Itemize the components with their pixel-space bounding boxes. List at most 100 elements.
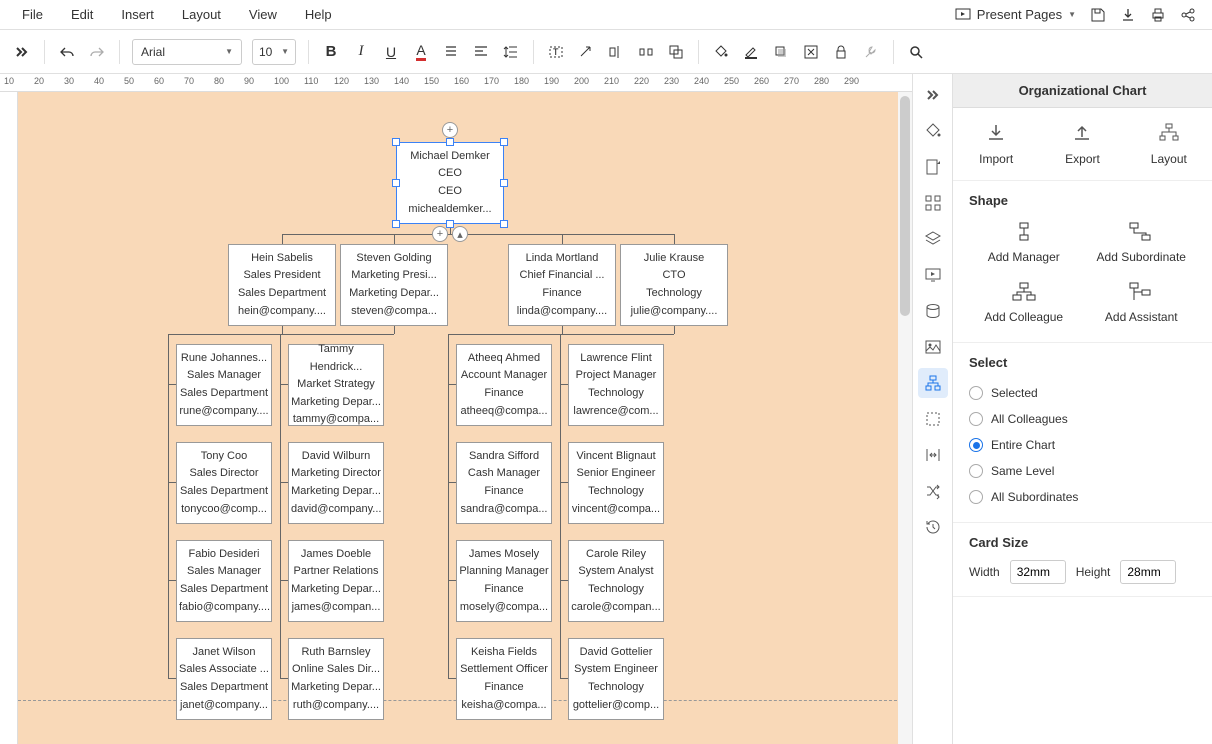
org-card[interactable]: Ruth BarnsleyOnline Sales Dir...Marketin… (288, 638, 384, 720)
selection-handle[interactable] (500, 220, 508, 228)
connector-line (560, 482, 568, 483)
group-button[interactable] (662, 38, 690, 66)
rail-slideshow-icon[interactable] (918, 260, 948, 290)
add-manager-button[interactable]: Add Manager (969, 222, 1079, 264)
line-spacing-button[interactable] (497, 38, 525, 66)
org-card[interactable]: James MoselyPlanning ManagerFinancemosel… (456, 540, 552, 622)
print-icon[interactable] (1150, 7, 1166, 23)
rail-page-icon[interactable] (918, 152, 948, 182)
org-card[interactable]: Tony CooSales DirectorSales Departmentto… (176, 442, 272, 524)
connector-button[interactable] (572, 38, 600, 66)
org-card[interactable]: Linda MortlandChief Financial ...Finance… (508, 244, 616, 326)
add-below-button[interactable]: + (432, 226, 448, 242)
rail-shuffle-icon[interactable] (918, 476, 948, 506)
org-card[interactable]: James DoeblePartner RelationsMarketing D… (288, 540, 384, 622)
highlight-button[interactable] (437, 38, 465, 66)
radio-all-colleagues[interactable]: All Colleagues (969, 406, 1196, 432)
selection-handle[interactable] (446, 220, 454, 228)
selection-handle[interactable] (392, 138, 400, 146)
org-card[interactable]: Julie KrauseCTOTechnologyjulie@company..… (620, 244, 728, 326)
text-box-button[interactable]: T (542, 38, 570, 66)
radio-entire-chart[interactable]: Entire Chart (969, 432, 1196, 458)
rail-fill-icon[interactable] (918, 116, 948, 146)
selection-handle[interactable] (392, 220, 400, 228)
add-subordinate-button[interactable]: Add Subordinate (1087, 222, 1197, 264)
org-card[interactable]: Fabio DesideriSales ManagerSales Departm… (176, 540, 272, 622)
share-icon[interactable] (1180, 7, 1196, 23)
fill-button[interactable] (707, 38, 735, 66)
width-input[interactable] (1010, 560, 1066, 584)
org-card[interactable]: Vincent BlignautSenior EngineerTechnolog… (568, 442, 664, 524)
collapse-button[interactable]: ▴ (452, 226, 468, 242)
selection-handle[interactable] (500, 138, 508, 146)
distribute-button[interactable] (632, 38, 660, 66)
line-color-button[interactable] (737, 38, 765, 66)
effects-button[interactable] (797, 38, 825, 66)
rail-orgchart-icon[interactable] (918, 368, 948, 398)
add-colleague-button[interactable]: Add Colleague (969, 282, 1079, 324)
rail-image-icon[interactable] (918, 332, 948, 362)
align-objects-button[interactable] (602, 38, 630, 66)
menu-file[interactable]: File (8, 1, 57, 28)
rail-layers-icon[interactable] (918, 224, 948, 254)
menu-view[interactable]: View (235, 1, 291, 28)
lock-button[interactable] (827, 38, 855, 66)
rail-placeholder-icon[interactable] (918, 404, 948, 434)
rail-data-icon[interactable] (918, 296, 948, 326)
selection-handle[interactable] (446, 138, 454, 146)
shadow-button[interactable] (767, 38, 795, 66)
menu-insert[interactable]: Insert (107, 1, 168, 28)
org-card[interactable]: Keisha FieldsSettlement OfficerFinanceke… (456, 638, 552, 720)
scrollbar-vertical[interactable] (898, 92, 912, 744)
rail-grid-icon[interactable] (918, 188, 948, 218)
menu-edit[interactable]: Edit (57, 1, 107, 28)
org-card[interactable]: Atheeq AhmedAccount ManagerFinanceatheeq… (456, 344, 552, 426)
canvas[interactable]: Michael DemkerCEOCEOmichealdemker...++▴H… (18, 92, 912, 744)
font-color-button[interactable]: A (407, 38, 435, 66)
search-button[interactable] (902, 38, 930, 66)
bold-button[interactable]: B (317, 38, 345, 66)
add-manager-icon (1013, 222, 1035, 242)
tools-button[interactable] (857, 38, 885, 66)
import-button[interactable]: Import (953, 122, 1039, 166)
rail-collapse-button[interactable] (918, 80, 948, 110)
menu-help[interactable]: Help (291, 1, 346, 28)
radio-all-subordinates[interactable]: All Subordinates (969, 484, 1196, 510)
connector-line (280, 678, 288, 679)
org-card[interactable]: Tammy Hendrick...Market StrategyMarketin… (288, 344, 384, 426)
underline-button[interactable]: U (377, 38, 405, 66)
expand-toolbar-button[interactable] (8, 38, 36, 66)
org-card[interactable]: Carole RileySystem AnalystTechnologycaro… (568, 540, 664, 622)
radio-same-level[interactable]: Same Level (969, 458, 1196, 484)
align-button[interactable] (467, 38, 495, 66)
org-card[interactable]: Hein SabelisSales PresidentSales Departm… (228, 244, 336, 326)
export-button[interactable]: Export (1039, 122, 1125, 166)
download-icon[interactable] (1120, 7, 1136, 23)
org-card[interactable]: Rune Johannes...Sales ManagerSales Depar… (176, 344, 272, 426)
add-assistant-button[interactable]: Add Assistant (1087, 282, 1197, 324)
font-family-select[interactable]: Arial▼ (132, 39, 242, 65)
menu-layout[interactable]: Layout (168, 1, 235, 28)
undo-button[interactable] (53, 38, 81, 66)
org-card[interactable]: David WilburnMarketing DirectorMarketing… (288, 442, 384, 524)
add-above-button[interactable]: + (442, 122, 458, 138)
org-card[interactable]: Sandra SiffordCash ManagerFinancesandra@… (456, 442, 552, 524)
connector-line (562, 326, 563, 334)
italic-button[interactable]: I (347, 38, 375, 66)
layout-button[interactable]: Layout (1126, 122, 1212, 166)
rail-history-icon[interactable] (918, 512, 948, 542)
org-card[interactable]: David GottelierSystem EngineerTechnology… (568, 638, 664, 720)
font-size-select[interactable]: 10▼ (252, 39, 296, 65)
org-card[interactable]: Michael DemkerCEOCEOmichealdemker... (396, 142, 504, 224)
redo-button[interactable] (83, 38, 111, 66)
selection-handle[interactable] (500, 179, 508, 187)
org-card[interactable]: Lawrence FlintProject ManagerTechnologyl… (568, 344, 664, 426)
present-pages-button[interactable]: Present Pages ▼ (955, 7, 1076, 23)
radio-selected[interactable]: Selected (969, 380, 1196, 406)
save-icon[interactable] (1090, 7, 1106, 23)
height-input[interactable] (1120, 560, 1176, 584)
selection-handle[interactable] (392, 179, 400, 187)
org-card[interactable]: Steven GoldingMarketing Presi...Marketin… (340, 244, 448, 326)
rail-spacing-icon[interactable] (918, 440, 948, 470)
org-card[interactable]: Janet WilsonSales Associate ...Sales Dep… (176, 638, 272, 720)
